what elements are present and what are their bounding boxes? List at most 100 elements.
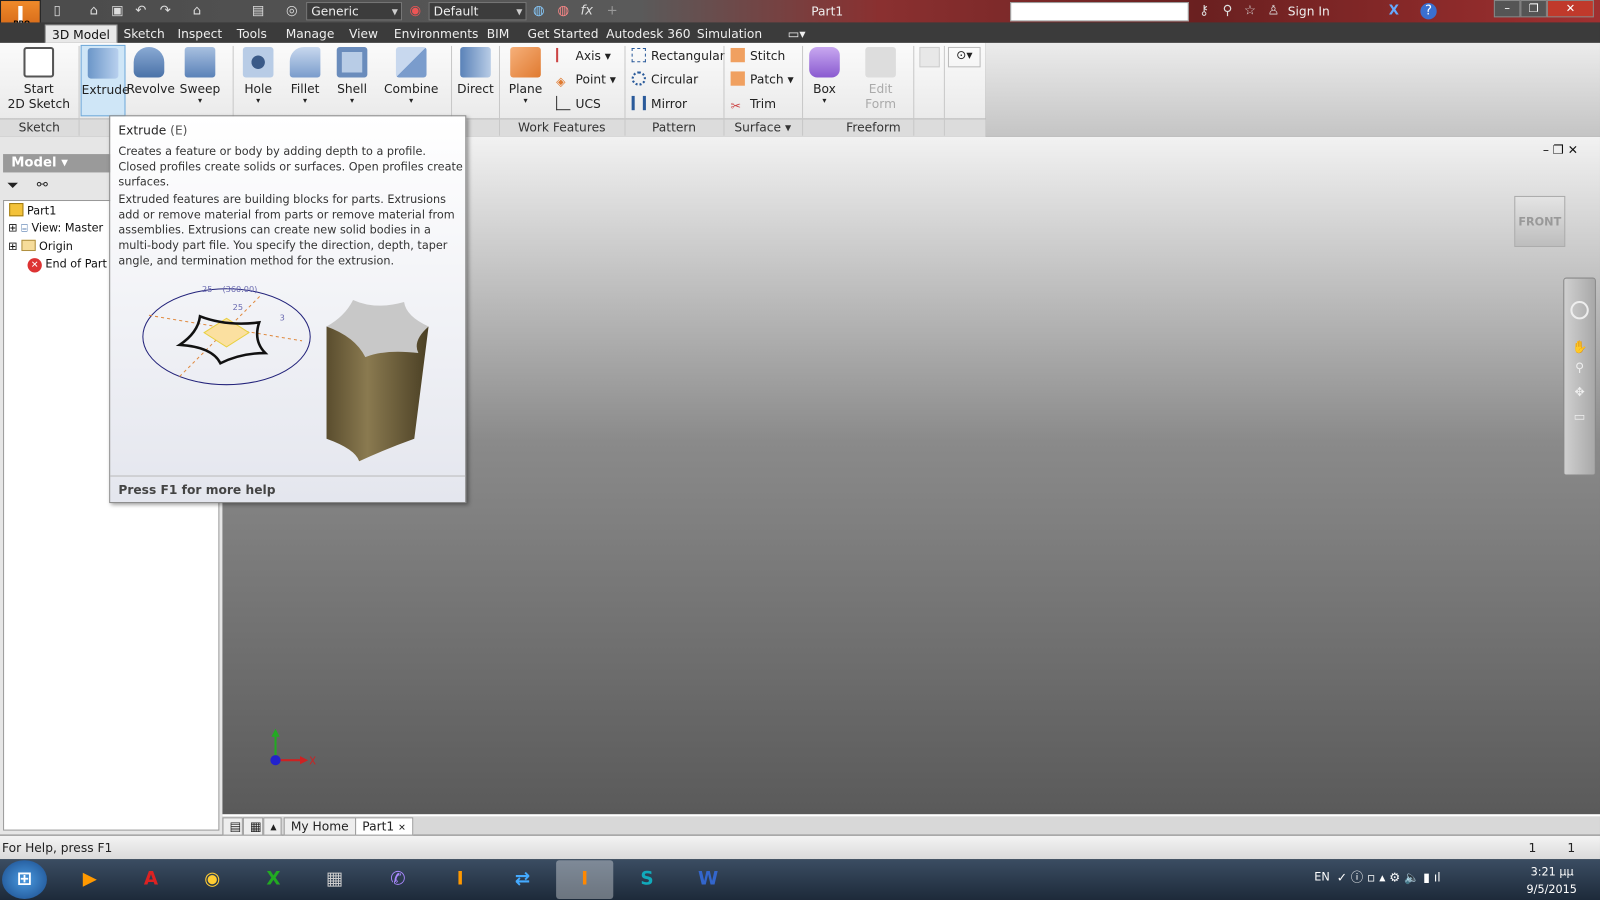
language-indicator[interactable]: EN — [1314, 870, 1329, 883]
trim-button[interactable]: ✂ Trim — [731, 94, 776, 114]
tray-icons[interactable]: ✓ ⓘ ▫ ▴ ⚙ 🔈 ▮ ıl — [1337, 868, 1441, 885]
zoom-icon[interactable]: ⚲ — [1564, 360, 1595, 374]
shell-button[interactable]: Shell ▾ — [331, 45, 374, 116]
update-icon[interactable]: ◎ — [284, 3, 300, 19]
clock-time[interactable]: 3:21 μμ — [1531, 865, 1574, 878]
tab-get-started[interactable]: Get Started — [521, 24, 604, 42]
start-button[interactable]: ⊞ — [2, 860, 47, 899]
taskbar-viber[interactable]: ✆ — [369, 860, 426, 899]
close-button[interactable]: ✕ — [1546, 0, 1594, 18]
appearance-dropdown[interactable]: Default — [428, 2, 527, 21]
taskbar-media-player[interactable]: ▶ — [61, 860, 118, 899]
orbit-icon[interactable]: ✥ — [1564, 385, 1595, 399]
viewport-window-controls[interactable]: – ❐ ✕ — [1543, 143, 1578, 157]
tab-tools[interactable]: Tools — [231, 24, 273, 42]
mirror-button[interactable]: Mirror — [631, 94, 687, 114]
color-wheel-icon[interactable]: ◉ — [407, 3, 423, 19]
arrange-up-icon[interactable]: ▴ — [263, 817, 282, 836]
navigation-bar[interactable]: ✋ ⚲ ✥ ▭ — [1563, 277, 1596, 476]
panel-options-dropdown[interactable]: ⊙▾ — [947, 46, 981, 68]
minimize-button[interactable]: – — [1493, 0, 1521, 18]
look-at-icon[interactable]: ▭ — [1564, 409, 1595, 423]
open-icon[interactable]: ⌂ — [86, 3, 102, 19]
group-sketch: Sketch — [18, 120, 60, 135]
doc-tab-part1[interactable]: Part1 ✕ — [355, 817, 413, 836]
restore-button[interactable]: ❐ — [1520, 0, 1547, 18]
star-icon[interactable]: ☆ — [1242, 3, 1258, 19]
doc-tab-my-home[interactable]: My Home — [283, 817, 356, 836]
tab-inspect[interactable]: Inspect — [171, 24, 228, 42]
axis-button[interactable]: Axis ▾ — [556, 46, 611, 66]
taskbar-chrome[interactable]: ◉ — [184, 860, 241, 899]
patch-button[interactable]: Patch ▾ — [730, 69, 794, 89]
tab-simulation[interactable]: Simulation — [691, 24, 768, 42]
tab-view[interactable]: View — [343, 24, 384, 42]
ribbon-display-toggle[interactable]: ▭▾ — [782, 24, 812, 42]
filter-icon[interactable]: ⏷ — [7, 178, 18, 194]
extrude-button[interactable]: Extrude — [80, 44, 130, 117]
material-dropdown[interactable]: Generic — [306, 2, 403, 21]
start-2d-sketch-button[interactable]: Start 2D Sketch — [4, 45, 73, 116]
subscription-icon[interactable]: ⚲ — [1219, 3, 1235, 19]
stitch-button[interactable]: Stitch — [730, 46, 785, 66]
tile-icon[interactable]: ▤ — [222, 817, 243, 836]
ucs-button[interactable]: UCS — [556, 94, 601, 114]
taskbar-autocad[interactable]: A — [122, 860, 179, 899]
box-button[interactable]: Box ▾ — [806, 45, 843, 116]
rectangular-pattern-button[interactable]: Rectangular — [631, 46, 725, 66]
tab-sketch[interactable]: Sketch — [117, 24, 171, 42]
taskbar-word[interactable]: W — [680, 860, 737, 899]
taskbar-skype[interactable]: S — [618, 860, 675, 899]
edit-form-button[interactable]: Edit Form — [857, 45, 904, 116]
tab-bim[interactable]: BIM — [481, 24, 516, 42]
tab-autodesk-360[interactable]: Autodesk 360 — [600, 24, 697, 42]
direct-edit-button[interactable]: Direct — [455, 45, 496, 116]
cascade-icon[interactable]: ▦ — [242, 817, 264, 836]
taskbar-teamviewer[interactable]: ⇄ — [494, 860, 551, 899]
viewcube[interactable]: FRONT — [1514, 195, 1566, 247]
steering-wheel-icon[interactable] — [1570, 301, 1589, 320]
save-icon[interactable]: ▣ — [109, 3, 125, 19]
tree-item-part1[interactable]: Part1 — [9, 203, 56, 217]
search-input[interactable] — [1010, 2, 1189, 22]
find-binoculars-icon[interactable]: ⚯ — [37, 178, 48, 193]
fillet-button[interactable]: Fillet ▾ — [284, 45, 327, 116]
tree-item-end-of-part[interactable]: ✕ End of Part — [27, 257, 107, 273]
plane-button[interactable]: Plane ▾ — [504, 45, 547, 116]
clock-date[interactable]: 9/5/2015 — [1527, 883, 1577, 896]
taskbar-excel[interactable]: X — [245, 860, 302, 899]
exchange-icon[interactable]: X — [1386, 3, 1402, 19]
clear-icon[interactable]: ◍ — [555, 3, 571, 19]
taskbar-inventor-pro-active[interactable]: I — [556, 860, 614, 899]
key-icon[interactable]: ⚷ — [1196, 3, 1212, 19]
sign-in-button[interactable]: Sign In — [1288, 4, 1330, 18]
sweep-button[interactable]: Sweep ▾ — [178, 45, 223, 116]
redo-icon[interactable]: ↷ — [157, 3, 173, 19]
tree-item-origin[interactable]: ⊞ Origin — [8, 239, 73, 253]
pan-icon[interactable]: ✋ — [1564, 340, 1595, 354]
undo-icon[interactable]: ↶ — [133, 3, 149, 19]
new-icon[interactable]: ▯ — [49, 3, 65, 19]
circular-pattern-button[interactable]: Circular — [631, 69, 698, 89]
group-surface[interactable]: Surface ▾ — [723, 119, 802, 135]
help-icon[interactable]: ? — [1420, 3, 1437, 20]
combine-button[interactable]: Combine ▾ — [382, 45, 441, 116]
point-button[interactable]: ◈ Point ▾ — [556, 69, 616, 89]
tab-environments[interactable]: Environments — [388, 24, 485, 42]
adjust-icon[interactable]: ◍ — [531, 3, 547, 19]
user-icon[interactable]: ♙ — [1265, 3, 1281, 19]
select-icon[interactable]: ▤ — [250, 3, 266, 19]
tab-manage[interactable]: Manage — [280, 24, 341, 42]
taskbar-calculator[interactable]: ▦ — [306, 860, 363, 899]
hole-button[interactable]: Hole ▾ — [237, 45, 280, 116]
tree-item-view-master[interactable]: ⊞ ⌸ View: Master — [8, 221, 103, 235]
close-tab-icon[interactable]: ✕ — [398, 823, 406, 833]
taskbar-inventor[interactable]: I — [432, 860, 489, 899]
tab-3d-model[interactable]: 3D Model — [44, 24, 118, 43]
parameters-fx-button[interactable]: fx — [579, 3, 595, 19]
convert-icon[interactable] — [919, 46, 940, 68]
revolve-button[interactable]: Revolve — [127, 45, 175, 116]
home-icon[interactable]: ⌂ — [189, 3, 205, 19]
plus-icon[interactable]: + — [604, 3, 620, 19]
group-freeform: Freeform — [846, 120, 901, 135]
